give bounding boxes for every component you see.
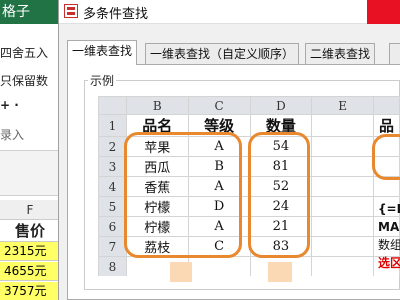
sheet-cell: 西瓜 <box>125 156 189 177</box>
sheet-cell <box>311 114 374 137</box>
row-header: 5 <box>98 196 127 217</box>
row-header: 2 <box>98 136 127 157</box>
sheet-cell <box>311 236 374 257</box>
tab-one-dim-lookup[interactable]: 一维表查找 <box>67 40 138 65</box>
sheet-cell <box>187 256 251 276</box>
sheet-cell: 54 <box>249 136 313 157</box>
ribbon-tab[interactable]: 格子 <box>0 0 60 24</box>
sheet-corner <box>98 96 127 115</box>
tab-two-dim-lookup[interactable]: 二维表查找 <box>305 43 376 64</box>
ribbon-toolbar-row[interactable]: + · <box>0 98 60 112</box>
sheet-cell <box>373 136 400 157</box>
sheet-cell <box>311 216 374 237</box>
sheet-cell <box>373 176 400 197</box>
sheet-cell <box>311 136 374 157</box>
ribbon-item-keep-number[interactable]: 只保留数 <box>0 72 60 89</box>
column-header <box>373 96 400 115</box>
title-bar[interactable]: 多条件查找 <box>59 0 400 24</box>
sheet-cell: 荔枝 <box>125 236 189 257</box>
sheet-cell: 83 <box>249 236 313 257</box>
formula-line: {=I <box>378 202 400 216</box>
example-spreadsheet-image: B C D E 1 品名 等级 数量 品 2 苹果 A 54 3 西瓜 B 81 <box>98 96 400 276</box>
sheet-cell: C <box>187 236 251 257</box>
header-cell-name: 品名 <box>125 114 189 137</box>
column-header: B <box>125 96 189 115</box>
sheet-cell: A <box>187 136 251 157</box>
sheet-cell: 24 <box>249 196 313 217</box>
ribbon-item-round[interactable]: 四舍五入 <box>0 44 60 61</box>
header-cell-grade: 等级 <box>187 114 251 137</box>
column-header: C <box>187 96 251 115</box>
sheet-cell <box>311 156 374 177</box>
row-header: 4 <box>98 176 127 197</box>
price-cell[interactable]: 2315元 <box>0 242 60 261</box>
sheet-cell: A <box>187 176 251 197</box>
sheet-cell: 苹果 <box>125 136 189 157</box>
row-header: 1 <box>98 114 127 137</box>
sheet-cell: 柠檬 <box>125 196 189 217</box>
highlight-marker <box>268 262 292 282</box>
sheet-cell <box>311 196 374 217</box>
column-header: D <box>249 96 313 115</box>
row-header: 8 <box>98 256 127 276</box>
sheet-cell: B <box>187 156 251 177</box>
sheet-cell: 52 <box>249 176 313 197</box>
sheet-cell <box>311 176 374 197</box>
formula-line: MA <box>378 220 400 234</box>
tab-strip: 一维表查找 一维表查找（自定义顺序） 二维表查找 <box>67 40 400 65</box>
price-cell[interactable]: 4655元 <box>0 262 60 281</box>
price-cell[interactable]: 3757元 <box>0 282 60 300</box>
sheet-cell <box>311 256 374 276</box>
app-icon <box>64 4 78 18</box>
close-button[interactable] <box>367 0 400 24</box>
row-header: 7 <box>98 236 127 257</box>
sheet-cell: 81 <box>249 156 313 177</box>
sheet-cell: 香蕉 <box>125 176 189 197</box>
formula-note: {=I MA 数组 选区 <box>378 200 400 272</box>
price-header-cell[interactable]: 售价 <box>0 220 60 242</box>
column-header: E <box>311 96 374 115</box>
ribbon-item-input[interactable]: 录入 <box>0 126 60 143</box>
column-header-f[interactable]: F <box>0 200 60 220</box>
note-line-red: 选区 <box>378 256 400 270</box>
background-excel-window: 格子 四舍五入 只保留数 + · 录入 F 售价 2315元 4655元 375… <box>0 0 60 300</box>
sheet-cell: 柠檬 <box>125 216 189 237</box>
header-cell-quantity: 数量 <box>249 114 313 137</box>
sheet-cell: 21 <box>249 216 313 237</box>
row-header: 3 <box>98 156 127 177</box>
sheet-cell: A <box>187 216 251 237</box>
highlight-marker <box>170 262 192 282</box>
formula-bar[interactable] <box>0 150 60 196</box>
row-header: 6 <box>98 216 127 237</box>
sheet-cell <box>373 156 400 177</box>
note-line: 数组 <box>378 238 400 252</box>
tab-one-dim-custom-order[interactable]: 一维表查找（自定义顺序） <box>145 43 300 64</box>
dialog-title: 多条件查找 <box>83 7 149 22</box>
peek-header-cell: 品 <box>373 114 400 137</box>
example-group-label: 示例 <box>88 72 117 89</box>
sheet-cell: D <box>187 196 251 217</box>
tab-more[interactable] <box>389 43 400 64</box>
